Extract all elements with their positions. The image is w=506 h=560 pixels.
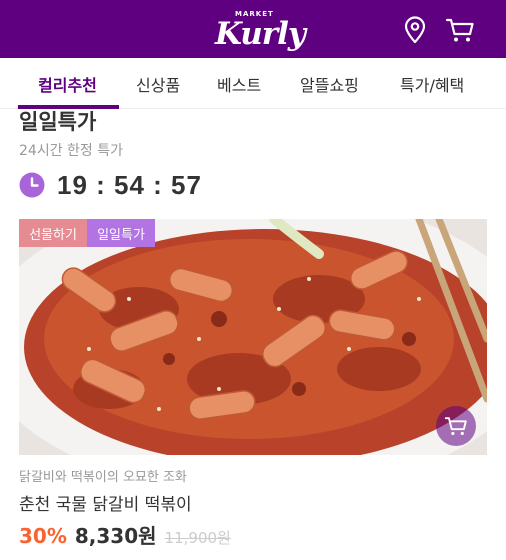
cart-icon	[445, 18, 474, 42]
top-bar: MARKET Kurly	[0, 0, 506, 58]
kurly-logo[interactable]: MARKET Kurly	[213, 8, 306, 54]
price-row: 30% 8,330원 11,900원	[19, 520, 231, 549]
timer-value: 19 : 54 : 57	[57, 169, 202, 200]
cart-button[interactable]	[444, 14, 476, 46]
section-title: 일일특가	[19, 110, 97, 134]
daily-deal-badge: 일일특가	[87, 219, 155, 247]
tab-special-offers[interactable]: 특가/혜택	[400, 72, 464, 96]
discount-rate: 30%	[19, 524, 67, 548]
tab-best[interactable]: 베스트	[217, 72, 261, 96]
logo-kurly-text: Kurly	[215, 16, 306, 52]
category-tabs: 컬리추천 신상품 베스트 알뜰쇼핑 특가/혜택	[0, 58, 506, 109]
tab-thrifty-shopping[interactable]: 알뜰쇼핑	[300, 72, 359, 96]
product-image[interactable]	[19, 219, 487, 455]
tteokbokki-photo	[19, 219, 487, 455]
location-button[interactable]	[399, 14, 431, 46]
clock-icon	[19, 172, 45, 198]
product-description: 닭갈비와 떡볶이의 오묘한 조화	[19, 470, 187, 485]
original-price: 11,900원	[164, 529, 231, 547]
tab-kurly-recommend[interactable]: 컬리추천	[38, 72, 97, 96]
tab-new-products[interactable]: 신상품	[136, 72, 180, 96]
section-subtitle: 24시간 한정 특가	[19, 143, 123, 159]
product-name[interactable]: 춘천 국물 닭갈비 떡볶이	[19, 490, 192, 515]
countdown-timer: 19 : 54 : 57	[19, 168, 202, 202]
cart-icon	[444, 417, 467, 436]
add-to-cart-button[interactable]	[436, 406, 476, 446]
sale-price: 8,330원	[74, 524, 157, 548]
gift-badge: 선물하기	[19, 219, 87, 247]
location-pin-icon	[404, 16, 426, 44]
